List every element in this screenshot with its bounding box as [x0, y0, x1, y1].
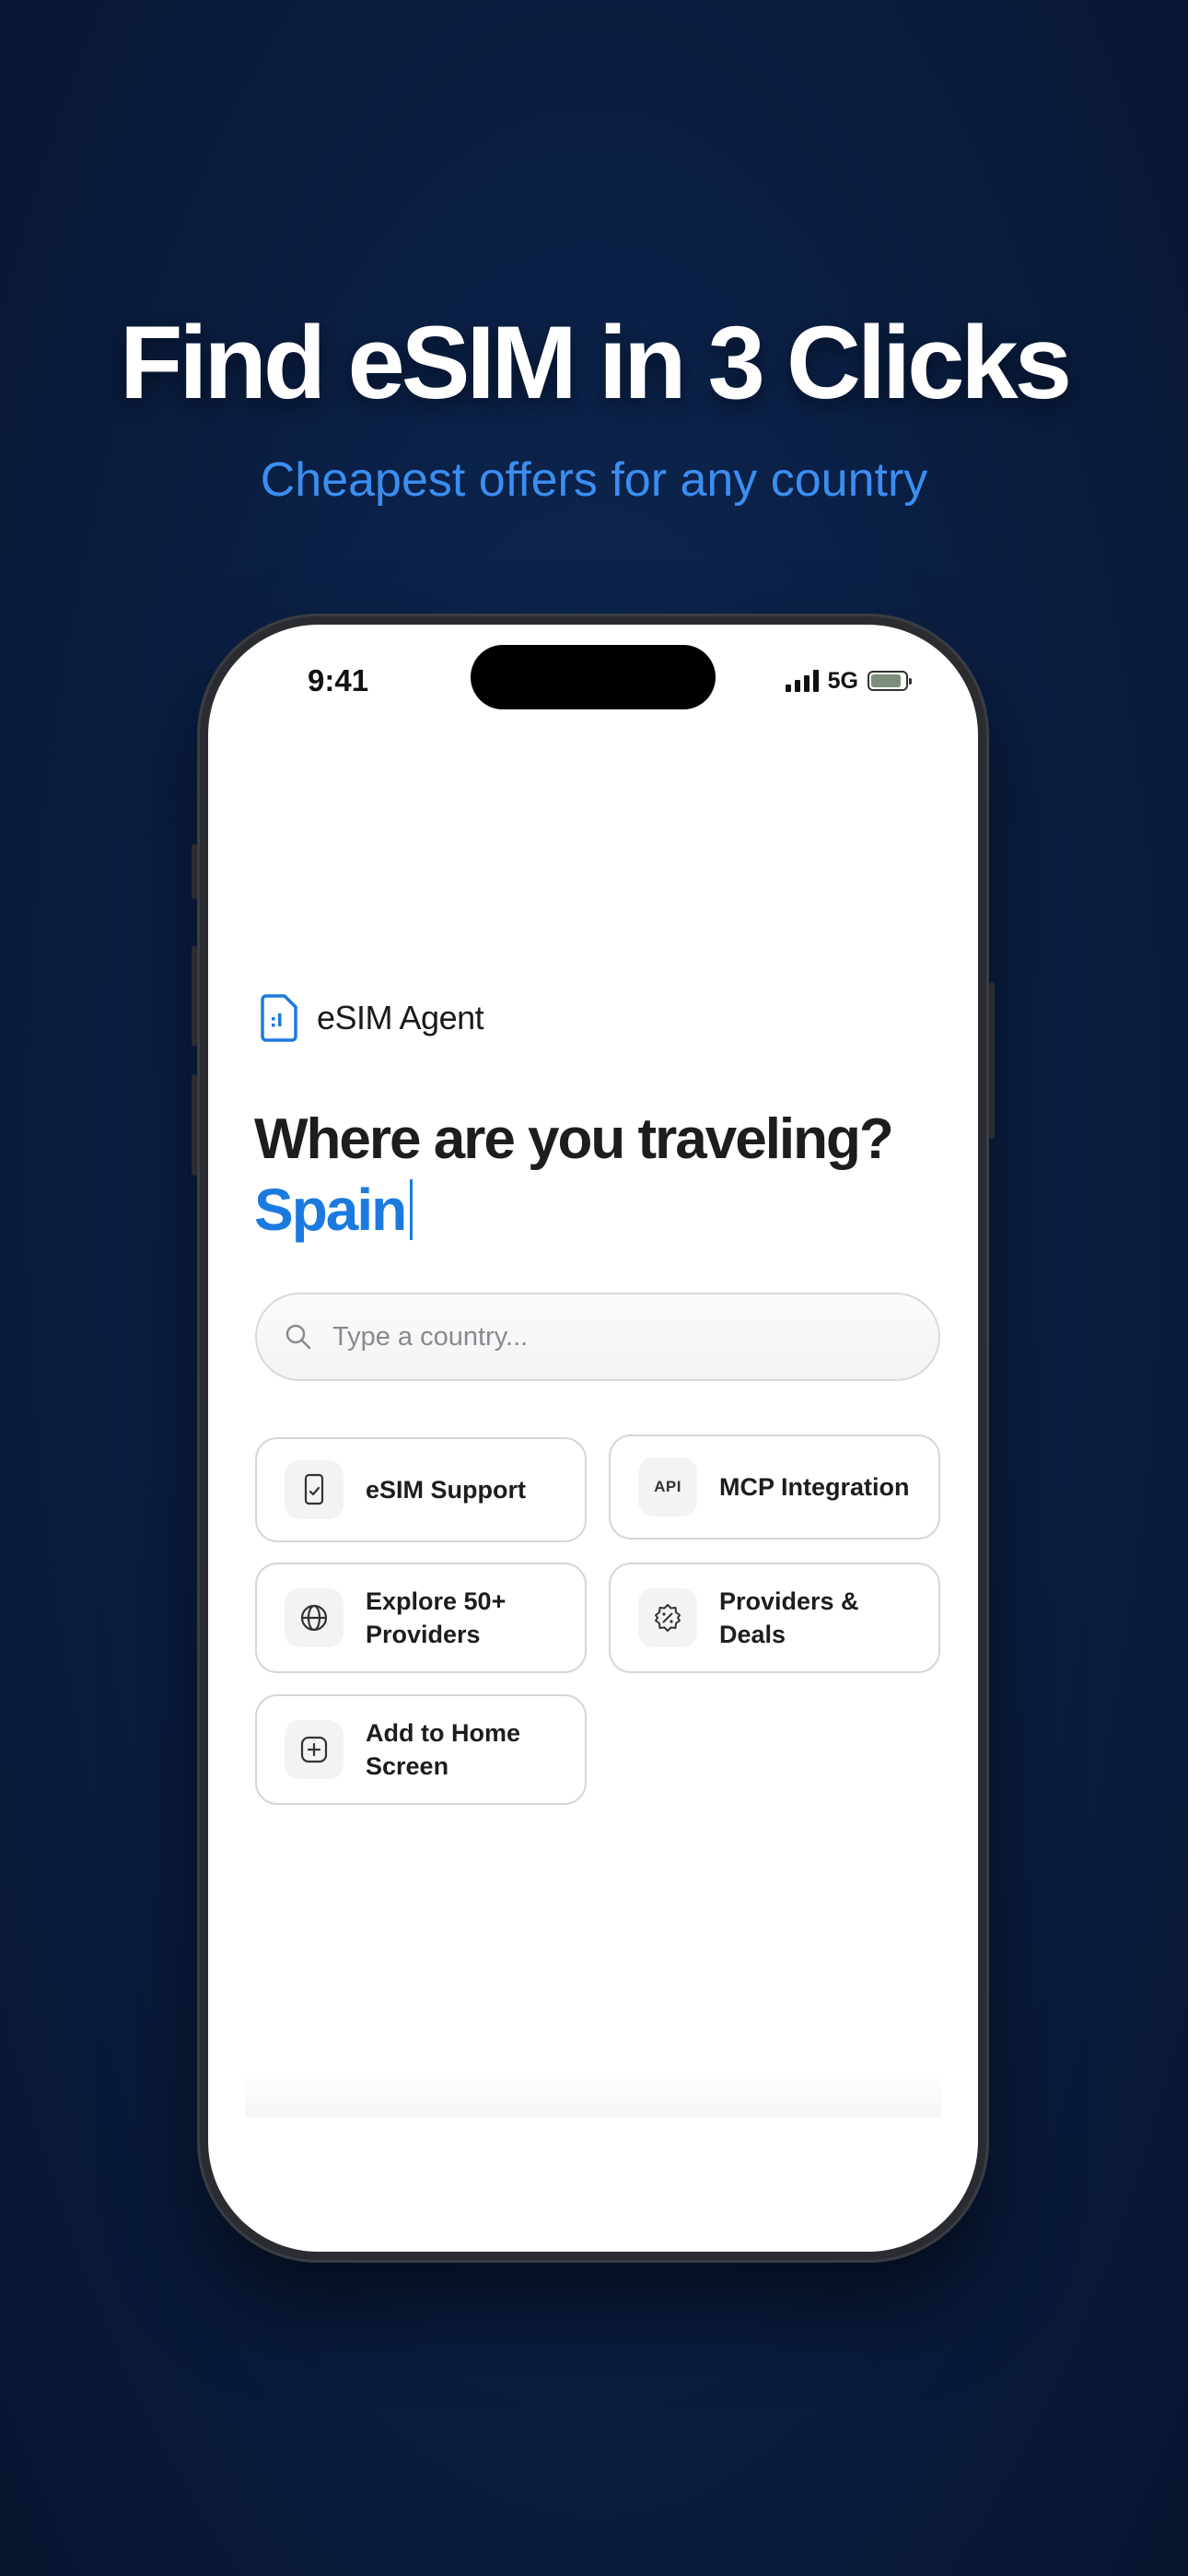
action-mcp-integration[interactable]: API MCP Integration — [609, 1434, 940, 1540]
signal-icon — [785, 670, 819, 692]
action-providers-deals[interactable]: Providers & Deals — [609, 1563, 940, 1673]
network-type: 5G — [827, 667, 858, 694]
status-time: 9:41 — [308, 663, 369, 697]
phone-action-button — [192, 844, 197, 899]
action-label: eSIM Support — [366, 1476, 526, 1504]
discount-badge-icon — [638, 1588, 697, 1647]
action-label: MCP Integration — [719, 1473, 910, 1501]
action-esim-support[interactable]: eSIM Support — [255, 1437, 587, 1542]
search-icon — [285, 1324, 311, 1350]
phone-volume-up — [192, 945, 197, 1047]
phone-volume-down — [192, 1074, 197, 1176]
sim-card-icon — [261, 994, 297, 1042]
promo-subheadline: Cheapest offers for any country — [260, 453, 928, 507]
phone-frame: 9:41 5G eSIM Agent Where are you traveli… — [192, 614, 995, 2263]
globe-icon — [285, 1588, 344, 1647]
app-brand: eSIM Agent — [258, 993, 484, 1043]
country-search-box[interactable] — [255, 1293, 940, 1381]
dynamic-island — [471, 645, 716, 709]
app-screen: 9:41 5G eSIM Agent Where are you traveli… — [208, 625, 978, 2252]
action-add-to-home-screen[interactable]: Add to Home Screen — [255, 1694, 587, 1805]
typed-country: Spain — [254, 1177, 407, 1243]
promo-headline: Find eSIM in 3 Clicks — [119, 305, 1072, 420]
bottom-fade — [245, 2071, 941, 2117]
text-caret — [410, 1179, 413, 1240]
country-search-input[interactable] — [331, 1320, 850, 1353]
phone-power-button — [989, 982, 995, 1139]
battery-icon — [868, 671, 912, 691]
status-indicators: 5G — [785, 665, 912, 697]
phone-check-icon — [285, 1460, 344, 1519]
action-label: Explore 50+ Providers — [366, 1587, 507, 1648]
typed-destination: Spain — [254, 1179, 413, 1240]
brand-name: eSIM Agent — [317, 999, 484, 1036]
action-label: Providers & Deals — [719, 1587, 859, 1648]
api-icon: API — [638, 1458, 697, 1516]
action-label: Add to Home Screen — [366, 1719, 520, 1780]
destination-question: Where are you traveling? — [254, 1107, 894, 1171]
plus-square-icon — [285, 1720, 344, 1779]
action-explore-providers[interactable]: Explore 50+ Providers — [255, 1563, 587, 1673]
